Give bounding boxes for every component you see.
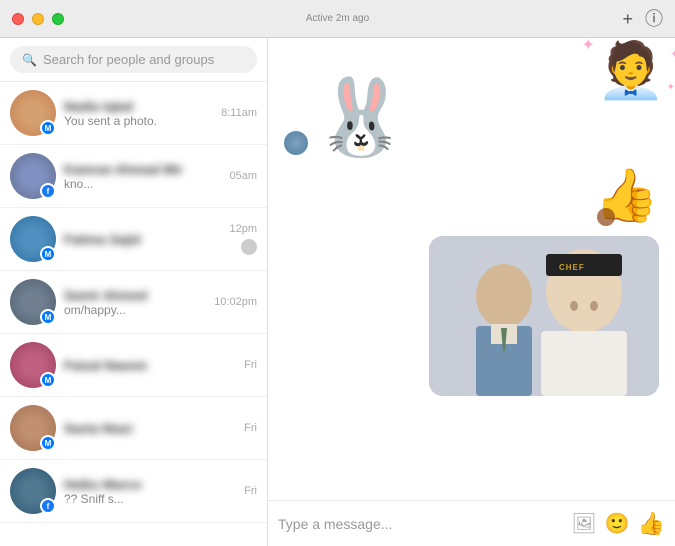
photo-svg: CHEF [429,236,659,396]
minimize-button[interactable] [32,13,44,25]
message-input[interactable]: Type a message... [278,516,563,532]
message-time: 12pm [229,223,257,235]
avatar-wrap: M [10,216,56,262]
sidebar-header: 🔍 Search for people and groups [0,38,267,82]
title-bar-center: Active 2m ago [306,13,369,24]
avatar-wrap: M [10,279,56,325]
contact-name: Samir Ahmed [64,288,206,303]
chat-messages: 🧑‍💼 ✦ ✦ ✦ 🐰 👍 [268,38,675,500]
platform-badge: M [40,246,56,262]
conversation-content: Sania Niazi [64,421,236,436]
conversation-content: Samir Ahmed om/happy... [64,288,206,317]
conversation-meta: Fri [244,359,257,371]
search-icon: 🔍 [22,53,37,67]
conversation-item[interactable]: M Sania Niazi Fri [0,397,267,460]
avatar-wrap: M [10,342,56,388]
like-button[interactable]: 👍 [638,511,665,537]
conversation-meta: Fri [244,422,257,434]
search-bar[interactable]: 🔍 Search for people and groups [10,46,257,73]
conversation-meta: 10:02pm [214,296,257,308]
sticker-message: 🐰 [314,80,407,155]
conversation-meta: 05am [229,170,257,182]
conversation-meta: 8:11am [221,107,257,119]
platform-badge: f [40,183,56,199]
window-controls [12,13,64,25]
contact-name: Haiku Marco [64,477,236,492]
message-preview: ?? Sniff s... [64,492,236,506]
conversation-item[interactable]: f Haiku Marco ?? Sniff s... Fri [0,460,267,523]
chat-area: 🧑‍💼 ✦ ✦ ✦ 🐰 👍 [268,38,675,546]
message-time: 10:02pm [214,296,257,308]
conversation-item[interactable]: M Nadia Iqbal You sent a photo. 8:11am [0,82,267,145]
active-status: Active 2m ago [306,13,369,24]
emoji-button[interactable]: 🙂 [605,511,630,536]
conversation-content: Haiku Marco ?? Sniff s... [64,477,236,506]
conversation-meta: Fri [244,485,257,497]
message-row: CHEF [284,236,659,396]
image-attach-button[interactable]: 🖼 [571,511,596,536]
photo-message: CHEF [429,236,659,396]
platform-badge: f [40,498,56,514]
contact-name: Faisal Naeem [64,358,236,373]
photo-content: CHEF [429,236,659,396]
message-preview: om/happy... [64,303,206,317]
avatar-wrap: f [10,468,56,514]
maximize-button[interactable] [52,13,64,25]
conversation-item[interactable]: M Fatima Sajid 12pm [0,208,267,271]
avatar-wrap: M [10,405,56,451]
svg-text:CHEF: CHEF [559,263,585,272]
conversation-list: M Nadia Iqbal You sent a photo. 8:11am f… [0,82,267,546]
avatar-wrap: f [10,153,56,199]
corner-sticker: 🧑‍💼 ✦ ✦ ✦ [597,43,665,98]
conversation-content: Kamran Ahmad Mir kno... [64,162,221,191]
info-button[interactable]: ⓘ [645,10,663,28]
message-time: 05am [229,170,257,182]
title-bar-actions: + ⓘ [622,10,663,28]
message-preview: You sent a photo. [64,114,213,128]
chat-input-bar: Type a message... 🖼 🙂 👍 [268,500,675,546]
platform-badge: M [40,309,56,325]
conversation-item[interactable]: M Faisal Naeem Fri [0,334,267,397]
conversation-item[interactable]: M Samir Ahmed om/happy... 10:02pm [0,271,267,334]
conversation-content: Nadia Iqbal You sent a photo. [64,99,213,128]
platform-badge: M [40,435,56,451]
sender-avatar [284,131,308,155]
conversation-content: Faisal Naeem [64,358,236,373]
message-time: Fri [244,485,257,497]
conversation-meta: 12pm [229,223,257,255]
contact-name: Fatima Sajid [64,232,221,247]
recipient-avatar-small [241,239,257,255]
platform-badge: M [40,120,56,136]
sidebar: 🔍 Search for people and groups M Nadia I… [0,38,268,546]
decorative-dot [597,208,615,226]
title-bar: Active 2m ago + ⓘ [0,0,675,38]
platform-badge: M [40,372,56,388]
conversation-content: Fatima Sajid [64,232,221,247]
contact-name: Kamran Ahmad Mir [64,162,221,177]
message-time: Fri [244,359,257,371]
add-conversation-button[interactable]: + [622,10,633,28]
message-time: Fri [244,422,257,434]
main-layout: 🔍 Search for people and groups M Nadia I… [0,38,675,546]
search-input[interactable]: Search for people and groups [43,52,214,67]
contact-name: Sania Niazi [64,421,236,436]
conversation-item[interactable]: f Kamran Ahmad Mir kno... 05am [0,145,267,208]
close-button[interactable] [12,13,24,25]
message-preview: kno... [64,177,221,191]
message-time: 8:11am [221,107,257,119]
avatar-wrap: M [10,90,56,136]
contact-name: Nadia Iqbal [64,99,213,114]
